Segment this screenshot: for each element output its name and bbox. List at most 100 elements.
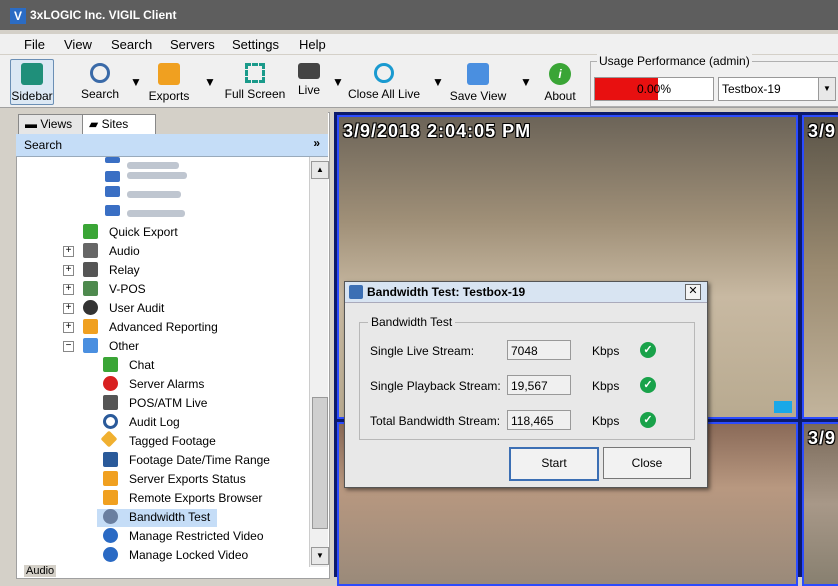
tree-item-label: Audio [109,244,140,258]
tab-views-label: Views [40,117,73,131]
tree-item-label: Footage Date/Time Range [129,453,270,467]
camera-feed-image [804,117,838,417]
close-all-live-button[interactable]: Close All Live [344,59,424,103]
full-screen-label: Full Screen [224,87,286,101]
group-label: Bandwidth Test [368,315,456,329]
bandwidth-group: Bandwidth Test Single Live Stream: 7048 … [359,315,695,440]
tab-sites-label: Sites [101,117,129,131]
start-button[interactable]: Start [509,447,599,481]
close-button[interactable]: Close [603,447,691,479]
row-label: Total Bandwidth Stream: [370,414,501,428]
audio-icon [83,243,98,258]
camera-timestamp: 3/9/2018 2:04:05 PM [343,121,532,141]
sidebar-button[interactable]: Sidebar [10,59,54,105]
camera-icon [105,186,120,197]
full-screen-button[interactable]: Full Screen [222,59,288,103]
expand-icon[interactable]: + [63,284,74,295]
camera-icon [105,171,120,182]
camera-tile-4[interactable]: 3/9 [802,422,838,586]
live-button[interactable]: Live [294,59,324,103]
tree-item-label: Advanced Reporting [109,320,218,334]
menu-servers[interactable]: Servers [170,37,215,52]
tree-scrollbar[interactable]: ▲ ▼ [309,157,329,567]
full-screen-icon [245,63,265,83]
window-title: 3xLOGIC Inc. VIGIL Client [30,8,177,22]
blurred-label [127,210,185,217]
bandwidth-icon [103,509,118,524]
menu-help[interactable]: Help [299,37,326,52]
tree-item-bandwidth-test[interactable]: Bandwidth Test [97,509,217,527]
row-label: Single Playback Stream: [370,379,501,393]
total-bandwidth-stream-value: 118,465 [507,410,571,430]
scrollbar-thumb[interactable] [312,397,328,529]
expand-icon[interactable]: + [63,322,74,333]
expand-icon[interactable]: + [63,265,74,276]
tree-item-label: Bandwidth Test [126,510,214,524]
save-view-label: Save View [449,89,507,103]
menu-file[interactable]: File [24,37,45,52]
restricted-video-icon [103,528,118,543]
scroll-down-icon[interactable]: ▼ [311,547,329,565]
about-button[interactable]: i About [538,59,582,103]
tree-item-label: Tagged Footage [129,434,216,448]
remote-export-icon [103,490,118,505]
tree-item-label: POS/ATM Live [129,396,208,410]
close-icon[interactable]: ✕ [685,284,701,300]
tree-item-label: Chat [129,358,155,372]
server-select[interactable]: Testbox-19 ▼ [718,77,836,101]
tree-item-label: User Audit [109,301,165,315]
menu-search[interactable]: Search [111,37,152,52]
save-view-button[interactable]: Save View [445,59,511,103]
unit-label: Kbps [592,414,620,428]
sidebar-icon [21,63,43,85]
tab-views[interactable]: ▬ Views [18,114,92,135]
tree-item-blurred[interactable] [105,186,225,204]
blurred-label [127,191,181,198]
unit-label: Kbps [592,344,620,358]
live-camera-icon [774,401,792,413]
menu-view[interactable]: View [64,37,92,52]
bandwidth-test-dialog: Bandwidth Test: Testbox-19 ✕ Bandwidth T… [344,281,708,488]
tree-item-label: Other [109,339,140,353]
chevron-down-icon[interactable]: ▼ [818,78,835,100]
camera-tile-2[interactable]: 3/9 [802,115,838,419]
exports-icon [158,63,180,85]
dialog-title: Bandwidth Test: Testbox-19 [367,285,526,299]
alarm-icon [103,376,118,391]
check-icon: ✓ [640,412,656,428]
menu-bar: File View Search Servers Settings Help [0,34,838,54]
tree-item-blurred[interactable] [105,167,225,185]
about-label: About [544,89,576,103]
export-status-icon [103,471,118,486]
search-button[interactable]: Search [80,59,120,103]
expand-icon[interactable]: + [63,303,74,314]
single-playback-stream-value: 19,567 [507,375,571,395]
audio-panel-header: Audio [18,565,328,577]
tab-sites[interactable]: ▰ Sites [82,114,156,135]
camera-icon [105,157,120,163]
close-all-live-label: Close All Live [347,87,421,101]
tree-item-blurred[interactable] [105,205,225,223]
unit-label: Kbps [592,379,620,393]
check-icon: ✓ [640,342,656,358]
panel-tabs: ▬ Views ▰ Sites [16,112,328,135]
usage-percent-text: 0.00% [636,82,672,96]
window-title-bar: V 3xLOGIC Inc. VIGIL Client [0,0,838,30]
audit-log-icon [103,414,118,429]
tree-item-label: V-POS [109,282,146,296]
collapse-chevron-icon[interactable]: » [313,136,320,150]
scroll-up-icon[interactable]: ▲ [311,161,329,179]
exports-button[interactable]: Exports [144,59,194,103]
info-icon: i [549,63,571,85]
menu-settings[interactable]: Settings [232,37,279,52]
check-icon: ✓ [640,377,656,393]
other-icon [83,338,98,353]
search-header-label: Search [24,138,63,152]
search-header[interactable]: Search » [16,134,328,157]
camera-icon [298,63,320,79]
bandwidth-icon [349,285,363,299]
expand-icon[interactable]: + [63,246,74,257]
collapse-icon[interactable]: − [63,341,74,352]
usage-legend: Usage Performance (admin) [597,54,752,68]
tree-item-label: Manage Restricted Video [129,529,264,543]
